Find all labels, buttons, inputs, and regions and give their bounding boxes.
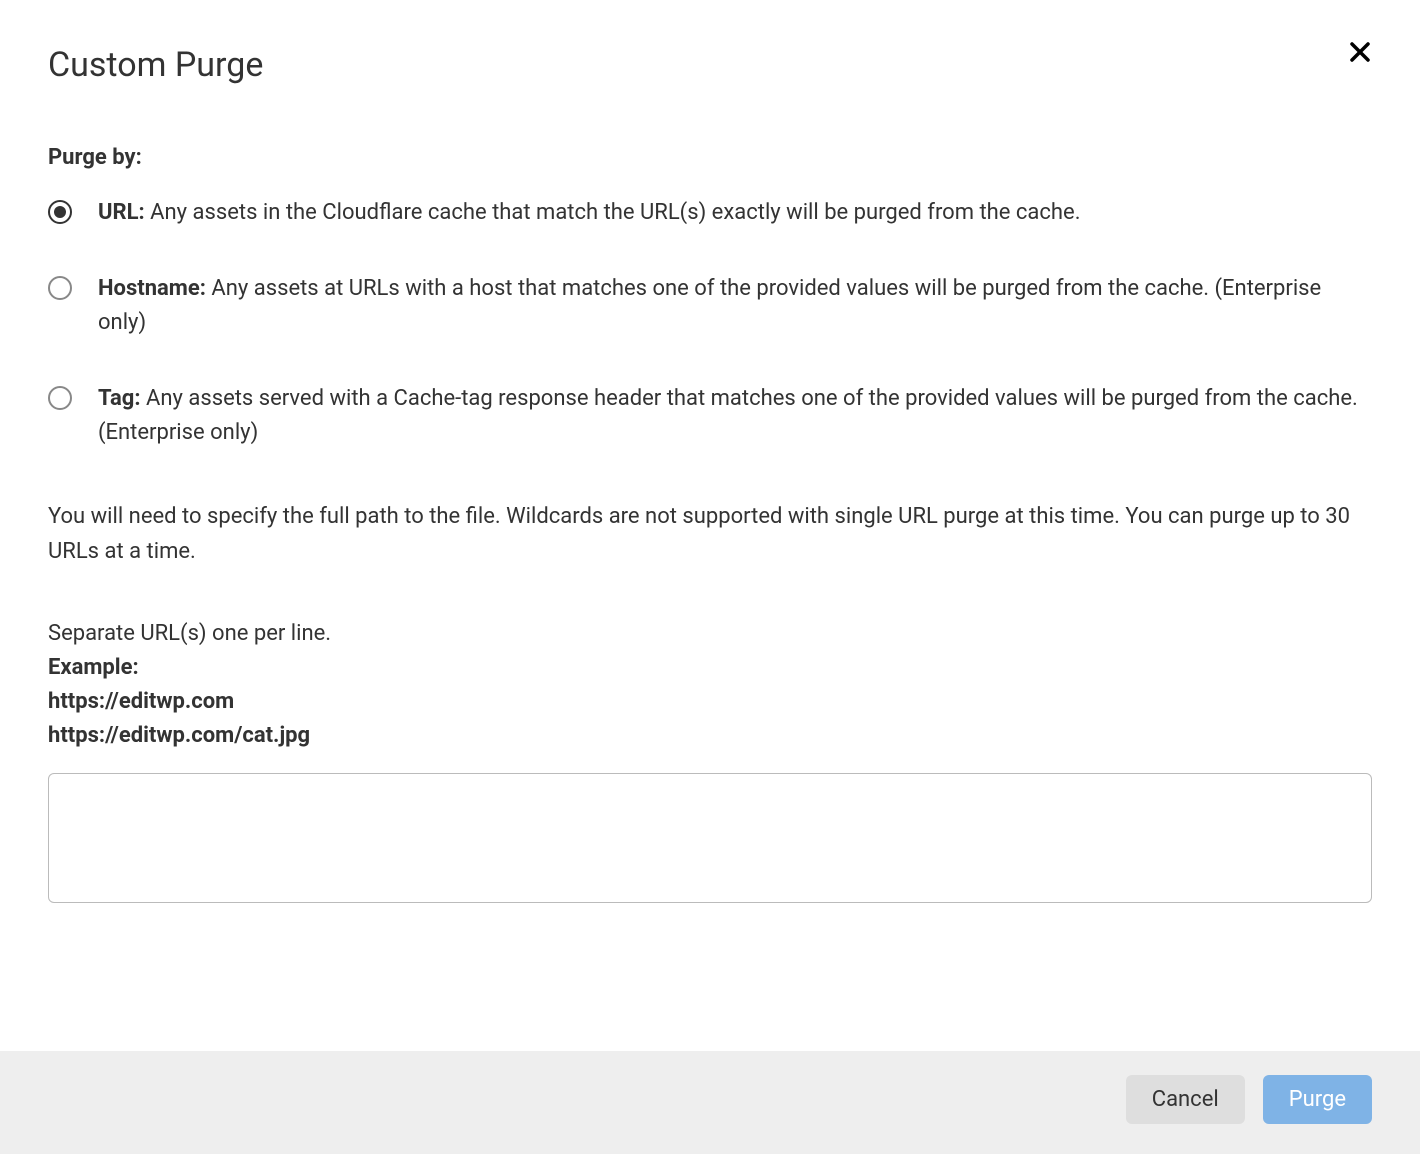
dialog-footer: Cancel Purge [0, 1051, 1420, 1154]
purge-urls-textarea[interactable] [48, 773, 1372, 903]
radio-option-tag[interactable]: Tag: Any assets served with a Cache-tag … [48, 382, 1372, 450]
close-button[interactable] [1348, 40, 1372, 67]
help-text: You will need to specify the full path t… [48, 500, 1372, 568]
radio-input-hostname[interactable] [48, 276, 72, 300]
radio-desc-hostname: Any assets at URLs with a host that matc… [98, 276, 1321, 335]
purge-by-label: Purge by: [48, 141, 1372, 174]
radio-label-url: URL: Any assets in the Cloudflare cache … [98, 196, 1081, 230]
dialog-body: Custom Purge Purge by: URL: Any assets i… [0, 0, 1420, 1051]
example-line2: https://editwp.com/cat.jpg [48, 719, 1372, 753]
radio-input-url[interactable] [48, 200, 72, 224]
instructions-block: Separate URL(s) one per line. Example: h… [48, 617, 1372, 753]
radio-input-tag[interactable] [48, 386, 72, 410]
cancel-button[interactable]: Cancel [1126, 1075, 1245, 1124]
purge-button[interactable]: Purge [1263, 1075, 1372, 1124]
radio-desc-tag: Any assets served with a Cache-tag respo… [98, 386, 1358, 445]
radio-label-hostname: Hostname: Any assets at URLs with a host… [98, 272, 1372, 340]
radio-name-tag: Tag: [98, 386, 141, 411]
custom-purge-dialog: Custom Purge Purge by: URL: Any assets i… [0, 0, 1420, 1154]
radio-desc-url: Any assets in the Cloudflare cache that … [145, 200, 1081, 225]
example-label: Example: [48, 651, 1372, 685]
radio-name-url: URL: [98, 200, 145, 225]
dialog-header: Custom Purge [48, 40, 1372, 91]
radio-label-tag: Tag: Any assets served with a Cache-tag … [98, 382, 1372, 450]
radio-option-url[interactable]: URL: Any assets in the Cloudflare cache … [48, 196, 1372, 230]
radio-name-hostname: Hostname: [98, 276, 206, 301]
radio-option-hostname[interactable]: Hostname: Any assets at URLs with a host… [48, 272, 1372, 340]
example-line1: https://editwp.com [48, 685, 1372, 719]
dialog-title: Custom Purge [48, 40, 263, 91]
purge-by-radio-group: URL: Any assets in the Cloudflare cache … [48, 196, 1372, 450]
close-icon [1348, 40, 1372, 67]
instructions-line1: Separate URL(s) one per line. [48, 617, 1372, 651]
